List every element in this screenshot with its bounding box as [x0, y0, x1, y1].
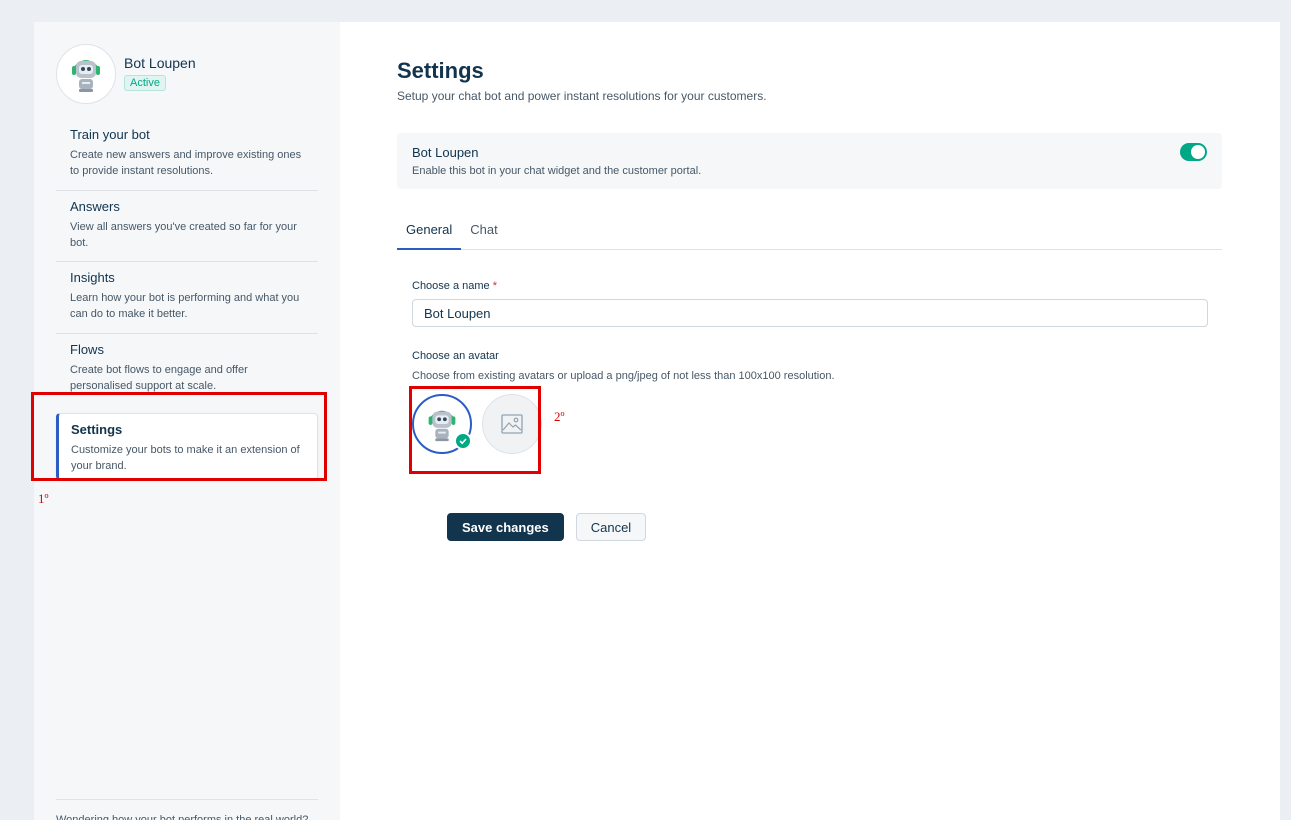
- tab-bar: General Chat: [397, 214, 1222, 250]
- sidebar-item-desc: View all answers you've created so far f…: [70, 220, 297, 249]
- cancel-button[interactable]: Cancel: [575, 513, 647, 541]
- bot-header: Bot Loupen Active: [56, 44, 196, 104]
- avatar-hint: Choose from existing avatars or upload a…: [412, 370, 835, 382]
- annotation-label-2: 2º: [554, 409, 565, 424]
- form-actions: Save changes Cancel: [447, 513, 647, 541]
- annotation-label-1: 1º: [38, 491, 49, 506]
- sidebar-item-title: Answers: [70, 198, 120, 214]
- status-badge: Active: [124, 75, 166, 91]
- bot-avatar: [56, 44, 116, 104]
- sidebar-item-insights[interactable]: Insights Learn how your bot is performin…: [56, 262, 318, 334]
- bot-name-input[interactable]: [412, 299, 1208, 327]
- sidebar-item-desc: Create bot flows to engage and offer per…: [70, 363, 248, 392]
- tab-chat[interactable]: Chat: [461, 214, 506, 250]
- page-subtitle: Setup your chat bot and power instant re…: [397, 89, 767, 103]
- name-label: Choose a name *: [412, 280, 498, 292]
- bot-name: Bot Loupen: [124, 55, 196, 71]
- bot-enable-toggle[interactable]: [1180, 143, 1207, 161]
- bot-card-hint: Enable this bot in your chat widget and …: [412, 165, 702, 177]
- page-title: Settings: [397, 58, 484, 83]
- robot-icon: [72, 60, 100, 92]
- sidebar-item-desc: Learn how your bot is performing and wha…: [70, 292, 300, 320]
- sidebar-item-answers[interactable]: Answers View all answers you've created …: [56, 191, 318, 262]
- annotation-box-2: [409, 386, 541, 474]
- sidebar-item-train[interactable]: Train your bot Create new answers and im…: [56, 119, 318, 191]
- avatar-label: Choose an avatar: [412, 350, 499, 362]
- bot-card-name: Bot Loupen: [412, 145, 479, 160]
- sidebar-footer-text: Wondering how your bot performs in the r…: [56, 799, 318, 820]
- tab-general[interactable]: General: [397, 214, 462, 250]
- sidebar-item-title: Train your bot: [70, 127, 150, 142]
- annotation-box-1: [31, 392, 327, 481]
- bot-enable-card: Bot Loupen Enable this bot in your chat …: [397, 133, 1222, 189]
- sidebar-item-title: Flows: [70, 341, 104, 357]
- required-mark: *: [492, 280, 498, 292]
- save-button[interactable]: Save changes: [447, 513, 564, 541]
- sidebar-item-title: Insights: [70, 270, 115, 285]
- sidebar-item-desc: Create new answers and improve existing …: [70, 149, 302, 177]
